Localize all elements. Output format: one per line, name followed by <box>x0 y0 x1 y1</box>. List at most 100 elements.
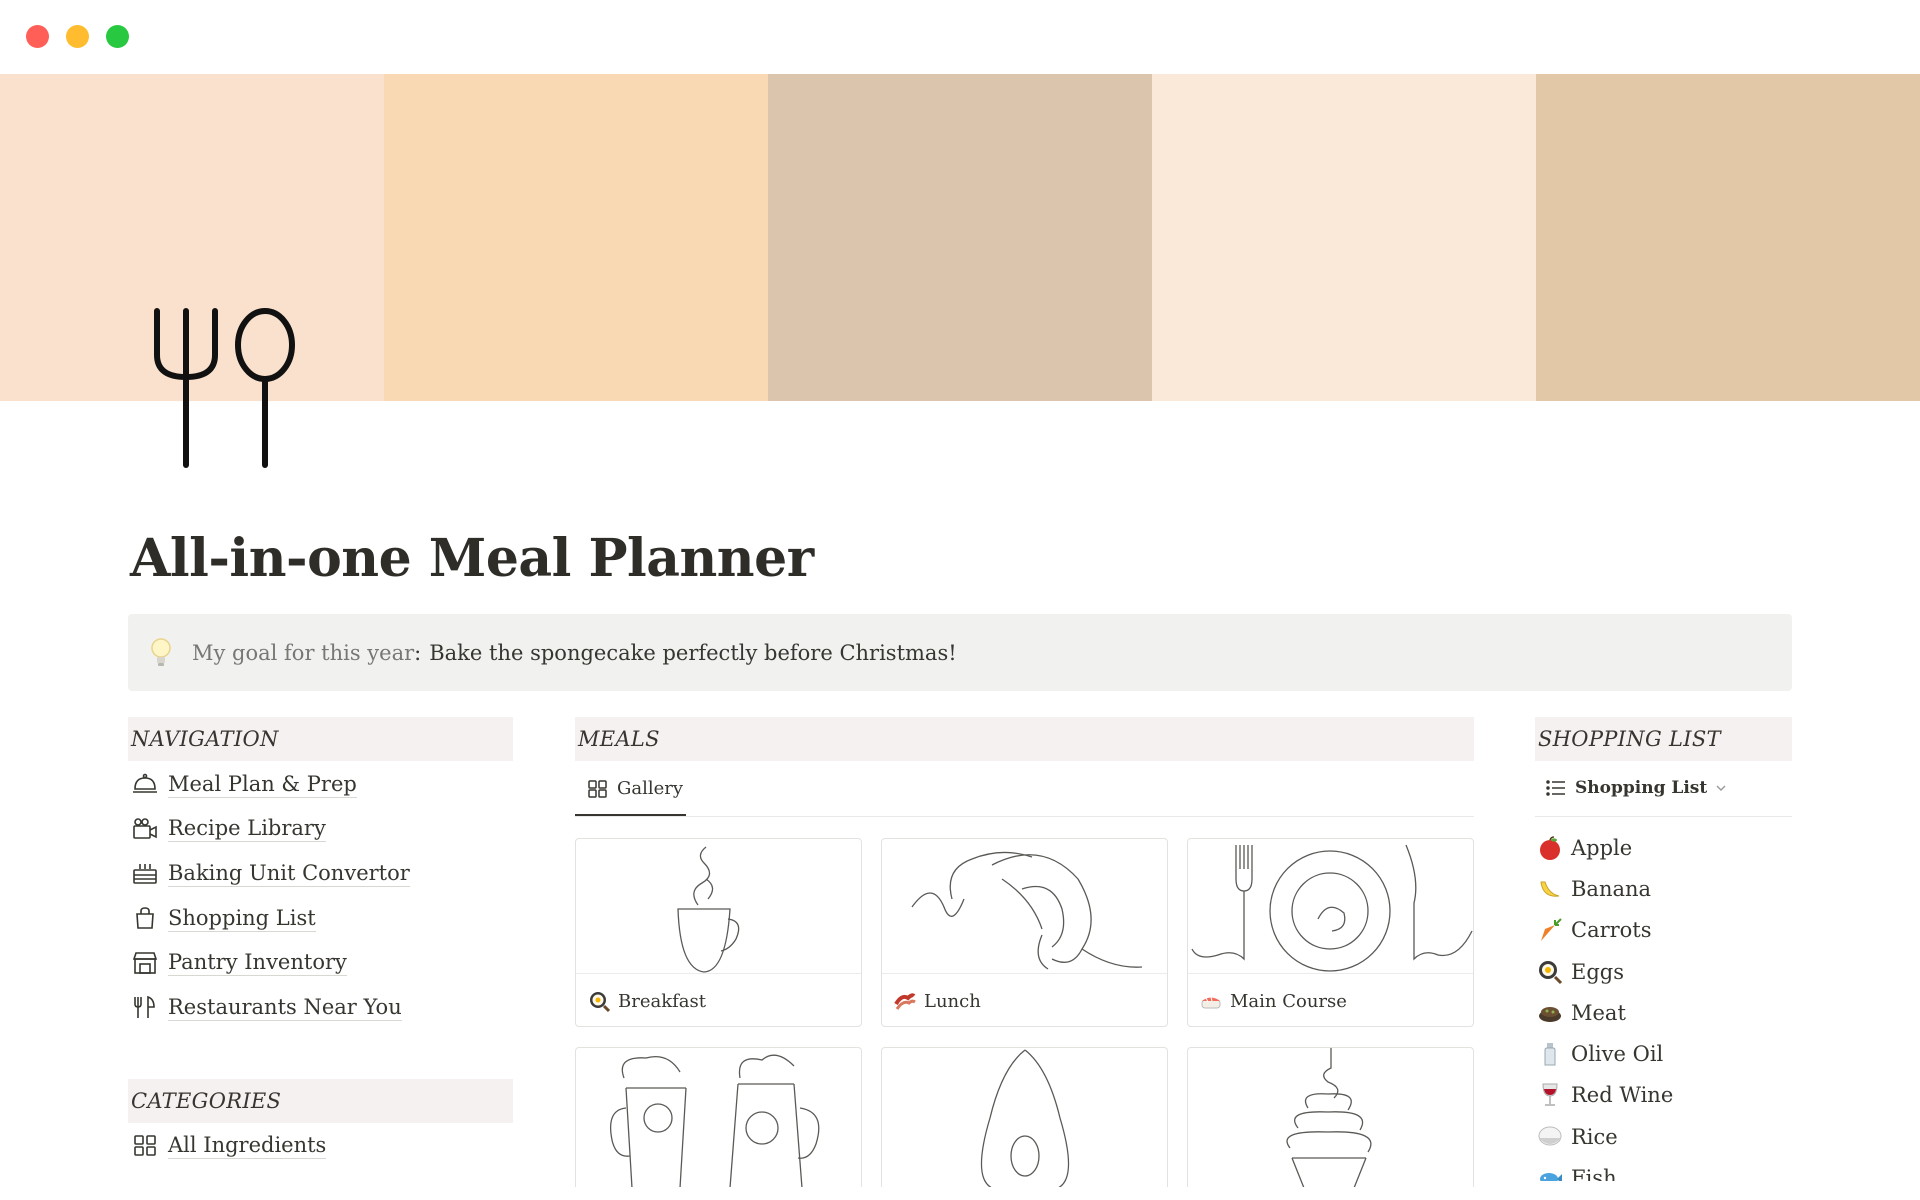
shopping-item-label: Banana <box>1571 876 1652 901</box>
nav-item-label: Meal Plan & Prep <box>168 771 357 798</box>
tab-gallery[interactable]: Gallery <box>587 778 683 799</box>
card-caption: Lunch <box>882 973 1167 1026</box>
navigation-header: NAVIGATION <box>128 717 513 761</box>
nav-item-shopping-list[interactable]: Shopping List <box>130 896 510 941</box>
navigation-list: Meal Plan & Prep Recipe Library Baking U… <box>130 762 510 1030</box>
tab-shopping-list[interactable]: Shopping List <box>1545 778 1727 798</box>
shopping-list-clip: Apple Banana Carrots Eggs Meat Olive Oil… <box>1537 827 1797 1181</box>
goal-callout[interactable]: My goal for this year : Bake the spongec… <box>128 614 1792 691</box>
avocado-illustration <box>882 1048 1167 1187</box>
carrot-emoji <box>1537 917 1563 943</box>
nav-item-restaurants-near-you[interactable]: Restaurants Near You <box>130 985 510 1030</box>
cooking-egg-emoji <box>588 990 611 1013</box>
tab-divider <box>1535 816 1792 817</box>
gallery-card-main-course[interactable]: Main Course <box>1187 838 1474 1027</box>
gallery-grid-icon <box>587 779 609 799</box>
video-camera-icon <box>130 816 160 842</box>
shopping-item-label: Fish <box>1571 1166 1617 1181</box>
shopping-item-carrots[interactable]: Carrots <box>1537 910 1787 951</box>
zoom-window-button[interactable] <box>106 25 129 48</box>
shopping-item-label: Apple <box>1571 835 1633 860</box>
page-title[interactable]: All-in-one Meal Planner <box>130 528 814 589</box>
tab-gallery-label: Gallery <box>617 778 684 799</box>
shopping-list-header: SHOPPING LIST <box>1535 717 1792 761</box>
lightbulb-icon <box>148 636 174 670</box>
wine-glass-emoji <box>1537 1082 1563 1108</box>
shopping-item-meat[interactable]: Meat <box>1537 992 1787 1033</box>
nav-item-label: Recipe Library <box>168 816 326 843</box>
cooking-egg-emoji <box>1537 959 1563 985</box>
fork-knife-icon <box>130 994 160 1020</box>
goal-text: Bake the spongecake perfectly before Chr… <box>429 640 957 665</box>
window-titlebar <box>0 0 1920 74</box>
shopping-item-label: Olive Oil <box>1571 1042 1664 1067</box>
drinks-illustration <box>576 1048 861 1187</box>
nav-item-baking-unit-convertor[interactable]: Baking Unit Convertor <box>130 851 510 896</box>
gallery-card[interactable] <box>881 1047 1168 1187</box>
shopping-item-label: Meat <box>1571 1000 1626 1025</box>
nav-item-label: Baking Unit Convertor <box>168 860 410 887</box>
shopping-item-fish[interactable]: Fish <box>1537 1157 1787 1181</box>
shopping-item-rice[interactable]: Rice <box>1537 1116 1787 1157</box>
card-title: Breakfast <box>618 990 706 1012</box>
tab-divider <box>575 816 1474 817</box>
bottle-emoji <box>1537 1041 1563 1067</box>
coffee-cup-illustration <box>576 839 861 973</box>
card-title: Lunch <box>924 990 981 1012</box>
shopping-item-label: Eggs <box>1571 959 1624 984</box>
croissant-illustration <box>882 839 1167 973</box>
gallery-card[interactable] <box>575 1047 862 1187</box>
apple-emoji <box>1537 835 1563 861</box>
cover-stripe <box>1152 74 1536 401</box>
gallery-card[interactable] <box>1187 1047 1474 1187</box>
nav-item-recipe-library[interactable]: Recipe Library <box>130 807 510 852</box>
category-item-label: All Ingredients <box>168 1132 327 1159</box>
gallery-card-breakfast[interactable]: Breakfast <box>575 838 862 1027</box>
shopping-item-eggs[interactable]: Eggs <box>1537 951 1787 992</box>
fish-emoji <box>1537 1165 1563 1181</box>
shopping-item-red-wine[interactable]: Red Wine <box>1537 1075 1787 1116</box>
close-window-button[interactable] <box>26 25 49 48</box>
cover-stripe <box>768 74 1152 401</box>
goal-label: My goal for this year <box>192 640 415 665</box>
rice-bowl-emoji <box>1537 1124 1563 1150</box>
shopping-item-olive-oil[interactable]: Olive Oil <box>1537 1033 1787 1074</box>
sushi-emoji <box>1200 990 1222 1012</box>
chevron-down-icon[interactable] <box>1715 783 1727 793</box>
minimize-window-button[interactable] <box>66 25 89 48</box>
plate-cutlery-illustration <box>1188 839 1473 973</box>
card-caption: Main Course <box>1188 973 1473 1026</box>
nav-item-label: Restaurants Near You <box>168 994 402 1021</box>
category-item-all-ingredients[interactable]: All Ingredients <box>130 1123 510 1168</box>
card-title: Main Course <box>1230 990 1347 1012</box>
shopping-list: Apple Banana Carrots Eggs Meat Olive Oil… <box>1537 827 1787 1181</box>
shopping-item-label: Rice <box>1571 1124 1618 1149</box>
gallery-card-lunch[interactable]: Lunch <box>881 838 1168 1027</box>
bacon-emoji <box>894 990 916 1012</box>
nav-item-meal-plan[interactable]: Meal Plan & Prep <box>130 762 510 807</box>
storefront-icon <box>130 950 160 976</box>
shopping-item-apple[interactable]: Apple <box>1537 827 1787 868</box>
shopping-bag-icon <box>130 905 160 931</box>
meals-header: MEALS <box>575 717 1474 761</box>
nav-item-label: Shopping List <box>168 905 316 932</box>
shopping-item-label: Carrots <box>1571 918 1652 943</box>
categories-list: All Ingredients <box>130 1123 510 1168</box>
nav-item-label: Pantry Inventory <box>168 950 347 977</box>
cover-stripe <box>384 74 768 401</box>
grid-icon <box>130 1132 160 1158</box>
banana-emoji <box>1537 876 1563 902</box>
food-cloche-icon <box>130 771 160 797</box>
tab-shopping-list-label: Shopping List <box>1575 778 1708 798</box>
cover-stripe <box>1536 74 1920 401</box>
meat-pie-emoji <box>1537 1000 1563 1026</box>
nav-item-pantry-inventory[interactable]: Pantry Inventory <box>130 940 510 985</box>
categories-header: CATEGORIES <box>128 1079 513 1123</box>
card-caption: Breakfast <box>576 973 861 1026</box>
goal-colon: : <box>414 640 422 665</box>
fork-spoon-icon[interactable] <box>150 305 300 470</box>
shopping-item-label: Red Wine <box>1571 1083 1674 1108</box>
cake-icon <box>130 860 160 886</box>
ice-cream-illustration <box>1188 1048 1473 1187</box>
shopping-item-banana[interactable]: Banana <box>1537 868 1787 909</box>
